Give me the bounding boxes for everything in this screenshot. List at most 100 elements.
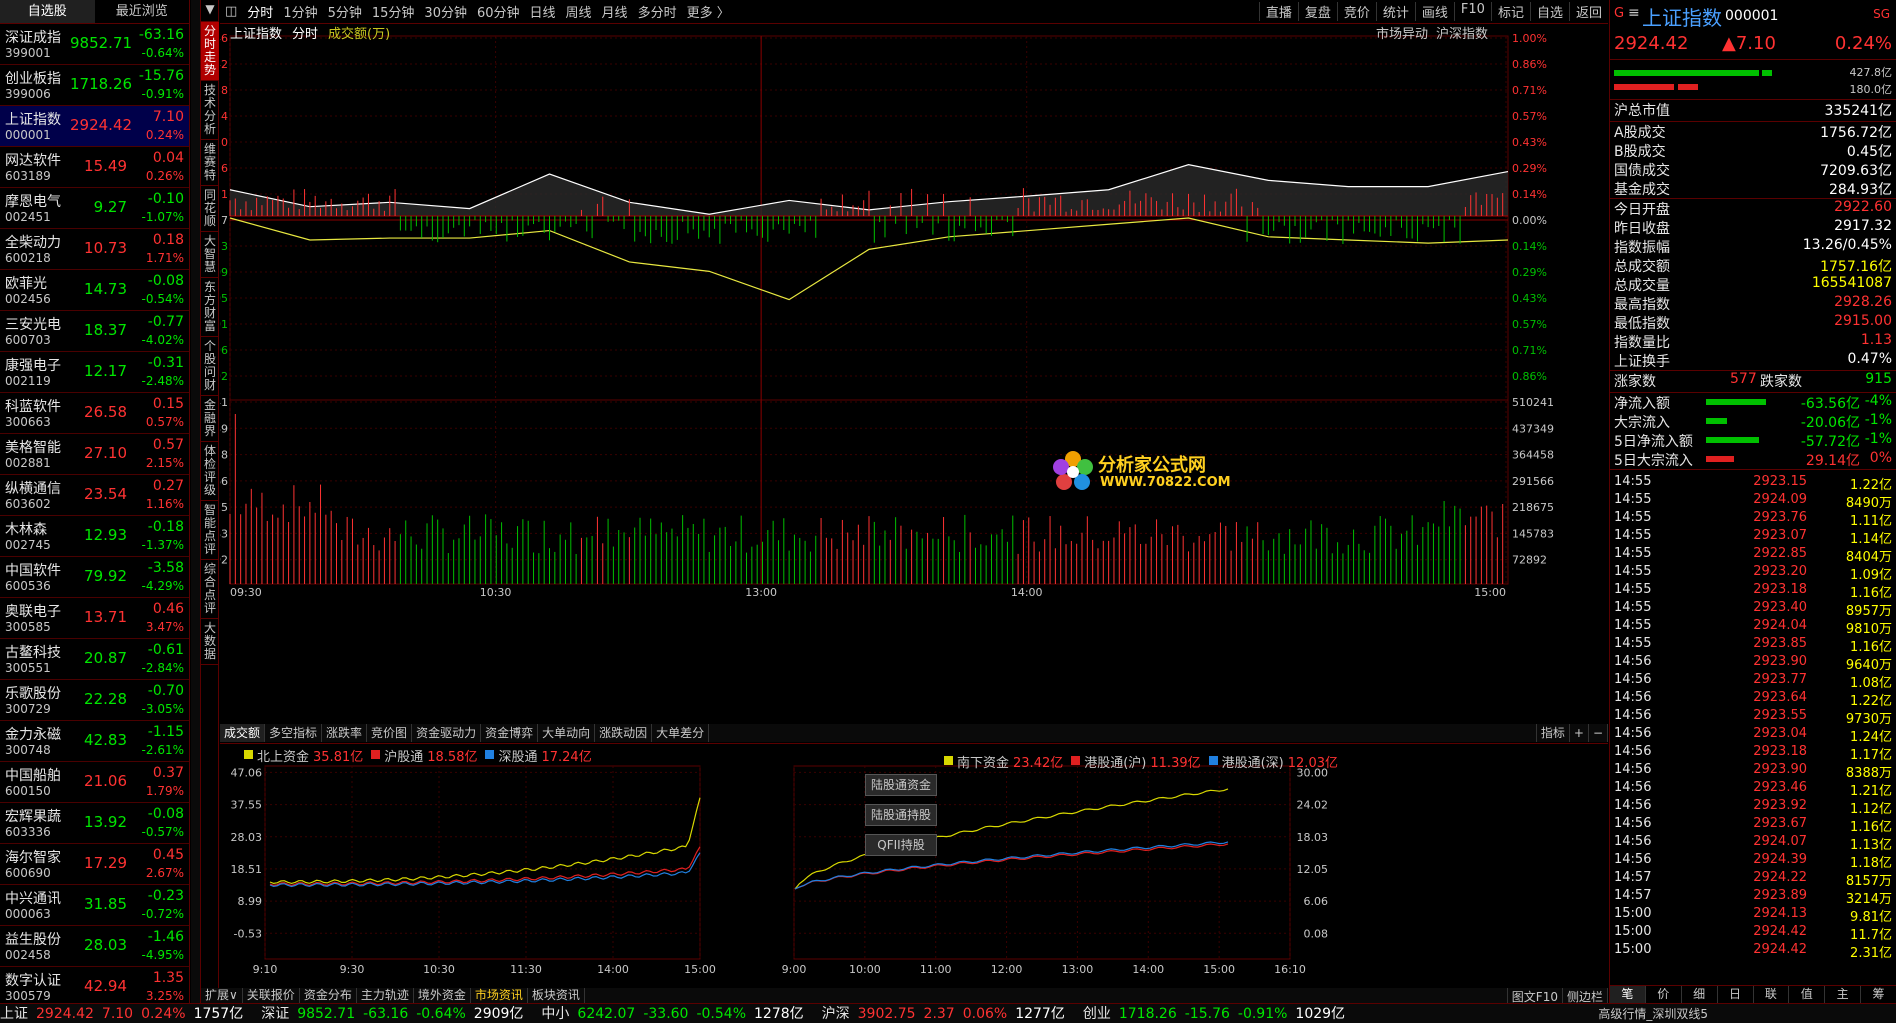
tab-recent[interactable]: 最近浏览: [95, 0, 190, 23]
quote-tab[interactable]: 主: [1825, 986, 1862, 1003]
toolbar-action[interactable]: 复盘: [1297, 2, 1337, 21]
intraday-chart[interactable]: 2946 1.00% 2942 0.86% 2938 0.71% 2934 0.57% 2930…: [186, 24, 1608, 724]
vtab-3[interactable]: 同花顺: [201, 186, 219, 232]
watchlist-row[interactable]: 中国软件 600536 79.92 -3.58 -4.29%: [0, 557, 189, 598]
watchlist-row[interactable]: 海尔智家 600690 17.29 0.45 2.67%: [0, 844, 189, 885]
toolbar-action[interactable]: 直播: [1258, 2, 1298, 21]
watchlist-row[interactable]: 乐歌股份 300729 22.28 -0.70 -3.05%: [0, 680, 189, 721]
watchlist-row[interactable]: 创业板指 399006 1718.26 -15.76 -0.91%: [0, 65, 189, 106]
watchlist-row[interactable]: 宏辉果蔬 603336 13.92 -0.08 -0.57%: [0, 803, 189, 844]
vtab-4[interactable]: 大智慧: [201, 232, 219, 278]
watchlist-row[interactable]: 纵横通信 603602 23.54 0.27 1.16%: [0, 475, 189, 516]
watchlist-scrollbar[interactable]: [191, 0, 201, 1003]
toolbar-action[interactable]: 画线: [1414, 2, 1454, 21]
indicator-tab[interactable]: 资金博弈: [481, 724, 539, 742]
watchlist-row[interactable]: 网达软件 603189 15.49 0.04 0.26%: [0, 147, 189, 188]
add-indicator-button[interactable]: +: [1570, 724, 1589, 742]
stock-change: 0.37: [152, 765, 184, 781]
period-tab[interactable]: 多分时: [633, 2, 682, 21]
vtab-2[interactable]: 维赛特: [201, 140, 219, 186]
watchlist-row[interactable]: 美格智能 002881 27.10 0.57 2.15%: [0, 434, 189, 475]
layout-icon[interactable]: ◫: [220, 4, 242, 19]
quote-tab[interactable]: 联: [1754, 986, 1790, 1003]
bottom-tab[interactable]: 扩展∨: [201, 988, 243, 1003]
indicator-tab[interactable]: 竞价图: [367, 724, 413, 742]
index-list-link[interactable]: 沪深指数: [1436, 23, 1488, 42]
sidebar-button[interactable]: 侧边栏: [1563, 988, 1608, 1004]
watchlist-row[interactable]: 摩恩电气 002451 9.27 -0.10 -1.07%: [0, 188, 189, 229]
bottom-tab[interactable]: 境外资金: [414, 988, 471, 1003]
toolbar-action[interactable]: 竞价: [1336, 2, 1376, 21]
watchlist-row[interactable]: 金力永磁 300748 42.83 -1.15 -2.61%: [0, 721, 189, 762]
vtab-8[interactable]: 体检评级: [201, 442, 219, 501]
period-tab[interactable]: 周线: [561, 2, 597, 21]
vtab-7[interactable]: 金融界: [201, 396, 219, 442]
collapse-icon[interactable]: ▼: [201, 0, 219, 22]
period-tab[interactable]: 分时: [242, 2, 278, 21]
period-tab[interactable]: 15分钟: [367, 2, 420, 21]
hk-connect-funds-button[interactable]: 陆股通资金: [865, 774, 937, 796]
period-tab[interactable]: 月线: [597, 2, 633, 21]
bottom-tab[interactable]: 资金分布: [300, 988, 357, 1003]
menu-icon[interactable]: ≡: [1628, 5, 1640, 21]
watchlist-row[interactable]: 中国船舶 600150 21.06 0.37 1.79%: [0, 762, 189, 803]
tab-favorites[interactable]: 自选股: [0, 0, 95, 23]
bottom-tab[interactable]: 板块资讯: [528, 988, 585, 1003]
watchlist-row[interactable]: 古鳌科技 300551 20.87 -0.61 -2.84%: [0, 639, 189, 680]
watchlist-row[interactable]: 中兴通讯 000063 31.85 -0.23 -0.72%: [0, 885, 189, 926]
watchlist-row[interactable]: 科蓝软件 300663 26.58 0.15 0.57%: [0, 393, 189, 434]
bottom-tab[interactable]: 主力轨迹: [357, 988, 414, 1003]
indicator-tab[interactable]: 大单动向: [538, 724, 596, 742]
period-tab[interactable]: 更多 〉: [682, 2, 735, 21]
watchlist-row[interactable]: 三安光电 600703 18.37 -0.77 -4.02%: [0, 311, 189, 352]
period-tab[interactable]: 1分钟: [278, 2, 322, 21]
bottom-tab[interactable]: 关联报价: [243, 988, 300, 1003]
quote-tab[interactable]: 笔: [1610, 986, 1646, 1003]
watchlist-row[interactable]: 欧菲光 002456 14.73 -0.08 -0.54%: [0, 270, 189, 311]
indicator-tab[interactable]: 大单差分: [652, 724, 710, 742]
watchlist-row[interactable]: 益生股份 002458 28.03 -1.46 -4.95%: [0, 926, 189, 967]
period-tab[interactable]: 5分钟: [323, 2, 367, 21]
vtab-6[interactable]: 个股问财: [201, 337, 219, 396]
quote-tab[interactable]: 细: [1682, 986, 1718, 1003]
quote-tab[interactable]: 价: [1646, 986, 1682, 1003]
qfii-holdings-button[interactable]: QFII持股: [865, 834, 937, 856]
quote-tab[interactable]: 筹: [1861, 986, 1896, 1003]
vtab-11[interactable]: 大数据: [201, 619, 219, 665]
indicator-tab[interactable]: 涨跌动因: [595, 724, 653, 742]
remove-indicator-button[interactable]: −: [1589, 724, 1608, 742]
period-tab[interactable]: 30分钟: [419, 2, 472, 21]
watchlist-row[interactable]: 深证成指 399001 9852.71 -63.16 -0.64%: [0, 24, 189, 65]
toolbar-action[interactable]: 统计: [1375, 2, 1415, 21]
indicator-tab[interactable]: 涨跌率: [322, 724, 368, 742]
watchlist-row[interactable]: 康强电子 002119 12.17 -0.31 -2.48%: [0, 352, 189, 393]
watchlist-row[interactable]: 上证指数 000001 2924.42 7.10 0.24%: [0, 106, 189, 147]
watchlist-row[interactable]: 奥联电子 300585 13.71 0.46 3.47%: [0, 598, 189, 639]
indicator-tab[interactable]: 资金驱动力: [412, 724, 482, 742]
vtab-0[interactable]: 分时走势: [201, 22, 219, 81]
hk-connect-holdings-button[interactable]: 陆股通持股: [865, 804, 937, 826]
toolbar-action[interactable]: F10: [1453, 2, 1491, 21]
tick-price: 2923.90: [1753, 654, 1807, 669]
vtab-9[interactable]: 智能点评: [201, 501, 219, 560]
watchlist-row[interactable]: 数字认证 300579 42.94 1.35 3.25%: [0, 967, 189, 1008]
f10-button[interactable]: 图文F10: [1506, 988, 1563, 1004]
vtab-5[interactable]: 东方财富: [201, 278, 219, 337]
indicator-tab[interactable]: 成交额: [220, 724, 266, 742]
toolbar-action[interactable]: 返回: [1568, 2, 1608, 21]
tick-list[interactable]: 14:55 2923.15 1.22亿 14:55 2924.09 8490万 14:55 2…: [1610, 470, 1896, 961]
quote-tab[interactable]: 日: [1718, 986, 1754, 1003]
indicator-tab[interactable]: 多空指标: [265, 724, 323, 742]
period-tab[interactable]: 60分钟: [472, 2, 525, 21]
period-tab[interactable]: 日线: [525, 2, 561, 21]
toolbar-action[interactable]: 标记: [1490, 2, 1530, 21]
vtab-10[interactable]: 综合点评: [201, 560, 219, 619]
watchlist-row[interactable]: 全柴动力 600218 10.73 0.18 1.71%: [0, 229, 189, 270]
quote-tab[interactable]: 值: [1789, 986, 1826, 1003]
market-alert-link[interactable]: 市场异动: [1376, 23, 1428, 42]
indicator-button[interactable]: 指标: [1535, 724, 1570, 742]
vtab-1[interactable]: 技术分析: [201, 81, 219, 140]
bottom-tab[interactable]: 市场资讯: [471, 988, 528, 1003]
watchlist-row[interactable]: 木林森 002745 12.93 -0.18 -1.37%: [0, 516, 189, 557]
toolbar-action[interactable]: 自选: [1529, 2, 1569, 21]
